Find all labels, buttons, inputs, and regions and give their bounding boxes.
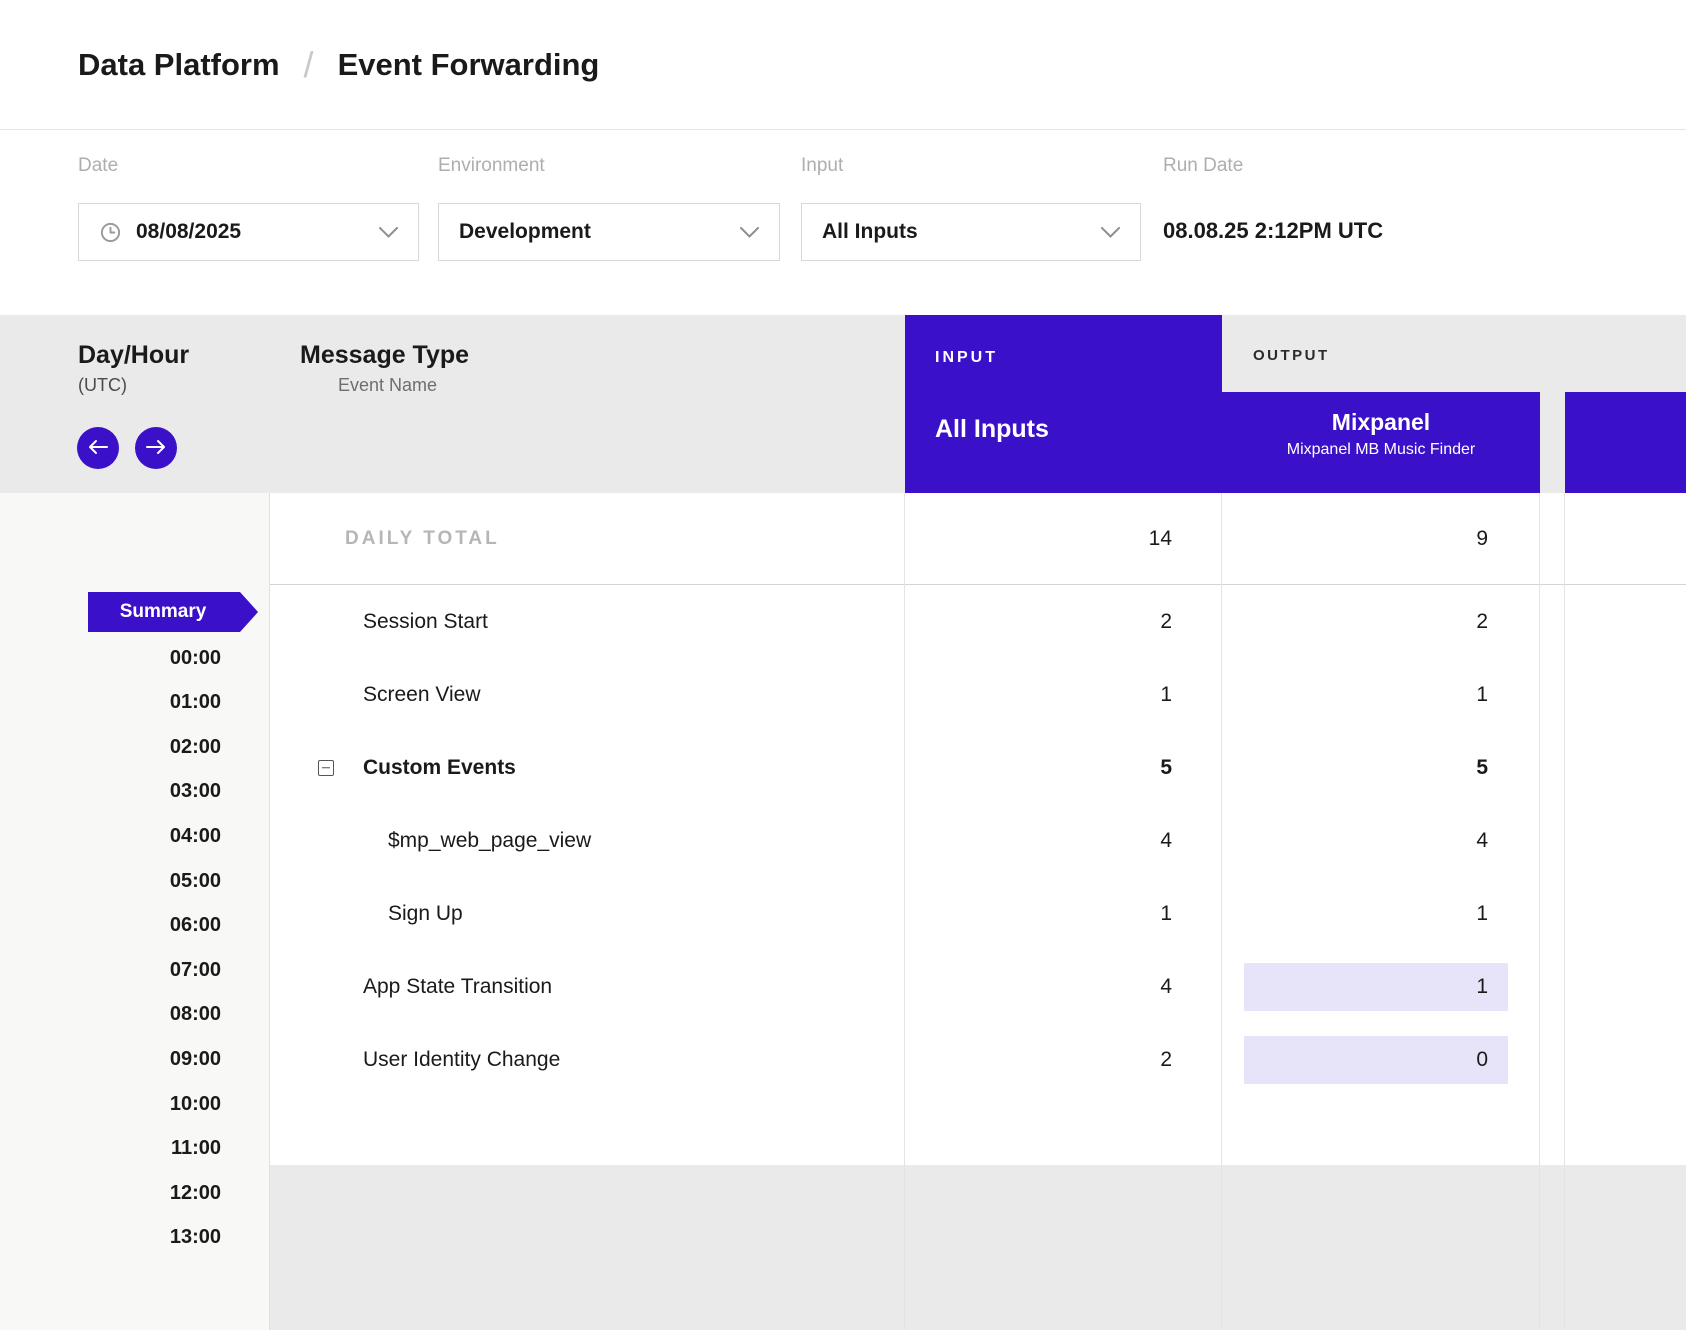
breadcrumb-section[interactable]: Data Platform xyxy=(78,47,280,83)
input-column-header[interactable]: INPUT All Inputs xyxy=(905,315,1222,493)
collapse-icon[interactable] xyxy=(318,760,334,776)
previous-day-button[interactable] xyxy=(77,427,119,469)
event-name: $mp_web_page_view xyxy=(388,829,591,853)
input-select-value: All Inputs xyxy=(822,220,918,244)
time-slot[interactable]: 07:00 xyxy=(170,959,221,982)
input-count: 2 xyxy=(905,1048,1172,1072)
event-forwarding-page: Data Platform / Event Forwarding Date En… xyxy=(0,0,1686,1330)
output-count-highlighted[interactable]: 1 xyxy=(1244,963,1508,1011)
column-divider xyxy=(904,493,905,1330)
output-subtitle: Mixpanel MB Music Finder xyxy=(1222,441,1540,459)
date-filter-label: Date xyxy=(78,155,118,177)
date-select[interactable]: 08/08/2025 xyxy=(78,203,419,261)
message-type-title: Message Type xyxy=(300,341,469,370)
input-count: 4 xyxy=(905,829,1172,853)
table-row: Session Start 2 2 xyxy=(270,585,1686,658)
time-column: Summary 00:00 01:00 02:00 03:00 04:00 05:00 06… xyxy=(0,493,270,1330)
event-name-subtitle: Event Name xyxy=(338,375,469,396)
output-column-header[interactable]: Mixpanel Mixpanel MB Music Finder xyxy=(1222,392,1540,493)
output-column-label: OUTPUT xyxy=(1253,347,1330,364)
table-row: User Identity Change 2 0 xyxy=(270,1023,1686,1096)
daily-total-input-count: 14 xyxy=(905,527,1172,551)
daily-total-row: DAILY TOTAL 14 9 xyxy=(270,493,1686,585)
clock-icon xyxy=(99,221,122,244)
time-slot[interactable]: 08:00 xyxy=(170,1003,221,1026)
breadcrumb: Data Platform / Event Forwarding xyxy=(0,0,1686,130)
event-name: App State Transition xyxy=(363,975,552,999)
page-title: Event Forwarding xyxy=(338,47,600,83)
table-row: $mp_web_page_view 4 4 xyxy=(270,804,1686,877)
table-row: Sign Up 1 1 xyxy=(270,877,1686,950)
next-day-button[interactable] xyxy=(135,427,177,469)
input-select[interactable]: All Inputs xyxy=(801,203,1141,261)
output-count-highlighted[interactable]: 0 xyxy=(1244,1036,1508,1084)
chevron-down-icon xyxy=(379,227,398,238)
empty-grid-area xyxy=(270,1165,1686,1330)
time-slot[interactable]: 09:00 xyxy=(170,1048,221,1071)
breadcrumb-separator: / xyxy=(304,44,314,86)
input-count: 2 xyxy=(905,610,1172,634)
chevron-down-icon xyxy=(740,227,759,238)
event-name: Custom Events xyxy=(363,756,516,780)
table-row: Custom Events 5 5 xyxy=(270,731,1686,804)
table-header: Day/Hour (UTC) Message Type Event Name O… xyxy=(0,315,1686,493)
column-divider xyxy=(1539,493,1540,1330)
arrow-right-icon xyxy=(146,439,166,458)
input-count: 5 xyxy=(905,756,1172,780)
table-row: App State Transition 4 1 xyxy=(270,950,1686,1023)
day-hour-subtitle: (UTC) xyxy=(78,375,189,396)
environment-select[interactable]: Development xyxy=(438,203,780,261)
input-column-value: All Inputs xyxy=(935,415,1049,444)
event-name: User Identity Change xyxy=(363,1048,560,1072)
output-count: 4 xyxy=(1222,829,1488,853)
summary-row-selector[interactable]: Summary xyxy=(88,592,258,632)
time-slot[interactable]: 03:00 xyxy=(170,780,221,803)
output-count: 1 xyxy=(1222,902,1488,926)
column-divider xyxy=(1221,493,1222,1330)
output-count: 1 xyxy=(1222,683,1488,707)
run-date-label: Run Date xyxy=(1163,155,1243,177)
output-count: 2 xyxy=(1222,610,1488,634)
arrow-left-icon xyxy=(88,439,108,458)
day-hour-title: Day/Hour xyxy=(78,341,189,370)
daily-total-label: DAILY TOTAL xyxy=(345,528,500,550)
time-slot[interactable]: 00:00 xyxy=(170,647,221,670)
table-row: Screen View 1 1 xyxy=(270,658,1686,731)
time-slot[interactable]: 02:00 xyxy=(170,736,221,759)
day-hour-header: Day/Hour (UTC) xyxy=(78,341,189,396)
column-divider xyxy=(1564,493,1565,1330)
time-slot[interactable]: 11:00 xyxy=(171,1137,221,1160)
input-filter-label: Input xyxy=(801,155,843,177)
input-column-label: INPUT xyxy=(935,349,998,367)
day-navigation xyxy=(77,427,177,469)
input-count: 1 xyxy=(905,683,1172,707)
date-select-value: 08/08/2025 xyxy=(136,220,241,244)
time-slot[interactable]: 10:00 xyxy=(170,1093,221,1116)
event-name: Sign Up xyxy=(388,902,463,926)
event-name: Session Start xyxy=(363,610,488,634)
output-count: 5 xyxy=(1222,756,1488,780)
time-slot[interactable]: 05:00 xyxy=(170,870,221,893)
table-body: Summary 00:00 01:00 02:00 03:00 04:00 05:00 06… xyxy=(0,493,1686,1330)
chevron-down-icon xyxy=(1101,227,1120,238)
time-slot[interactable]: 12:00 xyxy=(170,1182,221,1205)
event-name: Screen View xyxy=(363,683,481,707)
time-slot[interactable]: 13:00 xyxy=(170,1226,221,1249)
output-name: Mixpanel xyxy=(1222,409,1540,436)
time-slot[interactable]: 06:00 xyxy=(170,914,221,937)
time-slot[interactable]: 04:00 xyxy=(170,825,221,848)
output-column-header-partial[interactable] xyxy=(1565,392,1686,493)
environment-select-value: Development xyxy=(459,220,591,244)
message-type-header: Message Type Event Name xyxy=(300,341,469,396)
environment-filter-label: Environment xyxy=(438,155,545,177)
time-slot[interactable]: 01:00 xyxy=(170,691,221,714)
run-date-value: 08.08.25 2:12PM UTC xyxy=(1163,218,1383,244)
input-count: 4 xyxy=(905,975,1172,999)
input-count: 1 xyxy=(905,902,1172,926)
daily-total-output-count: 9 xyxy=(1222,527,1488,551)
